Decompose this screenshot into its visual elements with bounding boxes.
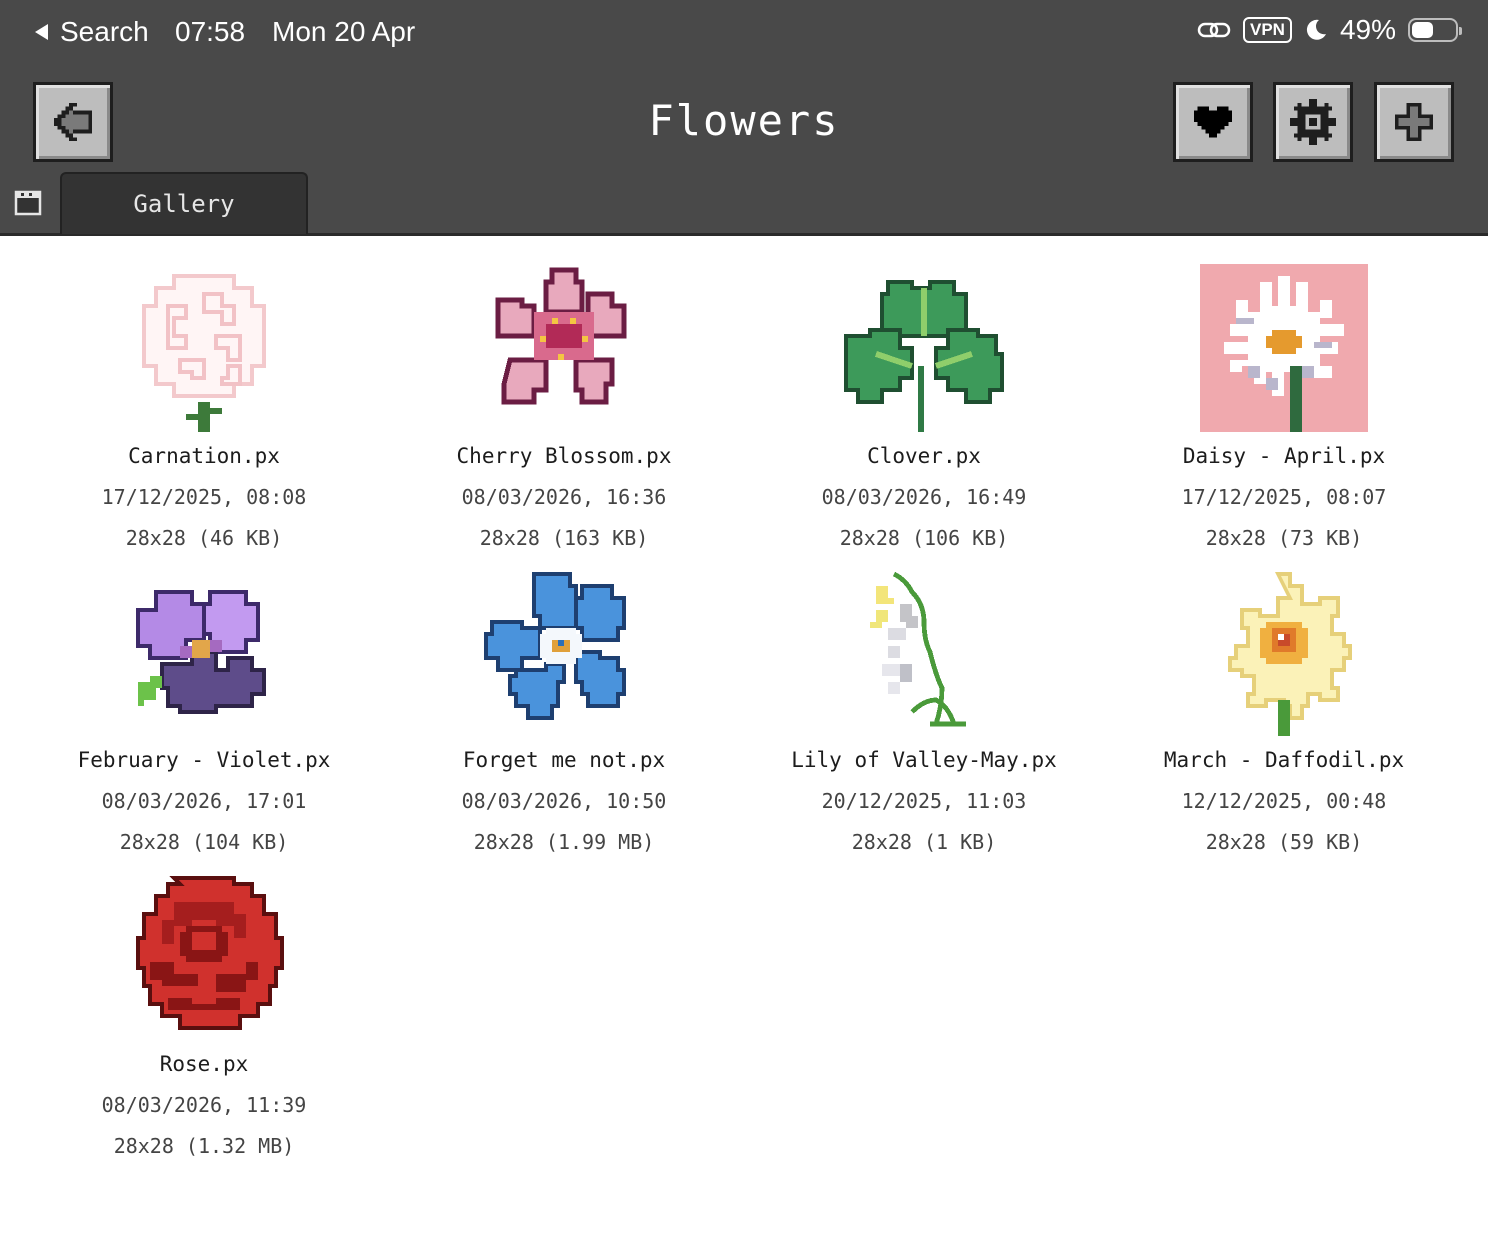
item-size: 28x28 (1.32 MB) [113, 1134, 295, 1158]
back-arrow-icon [53, 102, 93, 142]
item-size: 28x28 (46 KB) [125, 526, 283, 550]
forget-me-not-thumbnail-icon [483, 571, 627, 721]
battery-fill [1412, 22, 1433, 38]
daffodil-thumbnail-icon [1228, 572, 1352, 736]
item-name: Forget me not.px [462, 748, 666, 772]
item-size: 28x28 (104 KB) [119, 830, 289, 854]
item-date: 17/12/2025, 08:07 [1181, 485, 1387, 509]
tab-gallery[interactable]: Gallery [60, 172, 308, 234]
clover-thumbnail-icon [843, 279, 1005, 432]
item-size: 28x28 (1.99 MB) [473, 830, 655, 854]
top-toolbar: Search 07:58 Mon 20 Apr VPN 49% Flowers [0, 0, 1488, 236]
item-size: 28x28 (163 KB) [479, 526, 649, 550]
status-indicators: VPN 49% [1197, 14, 1462, 46]
status-date: Mon 20 Apr [272, 16, 416, 47]
item-date: 17/12/2025, 08:08 [101, 485, 307, 509]
gallery-item-rose[interactable]: Rose.px 08/03/2026, 11:39 28x28 (1.32 MB… [24, 872, 384, 1158]
item-name: February - Violet.px [77, 748, 331, 772]
item-date: 08/03/2026, 10:50 [461, 789, 667, 813]
cherry-blossom-thumbnail-icon [495, 267, 627, 405]
moon-icon [1306, 19, 1326, 40]
gallery-item-daisy[interactable]: Daisy - April.px 17/12/2025, 08:07 28x28… [1104, 264, 1464, 550]
item-name: Daisy - April.px [1182, 444, 1386, 468]
carnation-thumbnail-icon [142, 274, 266, 432]
status-back-link[interactable]: Search [32, 16, 149, 48]
item-name: March - Daffodil.px [1163, 748, 1405, 772]
back-triangle-icon [35, 24, 48, 40]
battery-percent: 49% [1339, 14, 1396, 45]
item-date: 08/03/2026, 17:01 [101, 789, 307, 813]
lily-of-valley-thumbnail-icon [870, 571, 966, 727]
gallery-item-forget-me-not[interactable]: Forget me not.px 08/03/2026, 10:50 28x28… [384, 568, 744, 854]
gallery-item-clover[interactable]: Clover.px 08/03/2026, 16:49 28x28 (106 K… [744, 264, 1104, 550]
item-name: Clover.px [867, 444, 981, 468]
back-button[interactable] [33, 82, 113, 162]
link-icon [1197, 22, 1231, 38]
plus-icon [1394, 102, 1434, 142]
vpn-badge: VPN [1242, 17, 1292, 43]
status-bar: Search 07:58 Mon 20 Apr VPN 49% [0, 0, 1488, 64]
item-size: 28x28 (59 KB) [1205, 830, 1363, 854]
daisy-thumbnail-icon [1200, 264, 1368, 432]
window-icon[interactable] [14, 189, 42, 217]
add-button[interactable] [1374, 82, 1454, 162]
gallery-item-carnation[interactable]: Carnation.px 17/12/2025, 08:08 28x28 (46… [24, 264, 384, 550]
settings-button[interactable] [1273, 82, 1353, 162]
item-name: Carnation.px [128, 444, 280, 468]
item-name: Lily of Valley-May.px [791, 748, 1057, 772]
item-date: 20/12/2025, 11:03 [821, 789, 1027, 813]
heart-icon [1193, 106, 1233, 138]
item-date: 12/12/2025, 00:48 [1181, 789, 1387, 813]
item-name: Cherry Blossom.px [456, 444, 672, 468]
gallery-item-lily-of-valley[interactable]: Lily of Valley-May.px 20/12/2025, 11:03 … [744, 568, 1104, 854]
item-date: 08/03/2026, 11:39 [101, 1093, 307, 1117]
item-size: 28x28 (1 KB) [851, 830, 997, 854]
status-time: 07:58 [175, 16, 246, 47]
gallery-item-violet[interactable]: February - Violet.px 08/03/2026, 17:01 2… [24, 568, 384, 854]
status-back-label: Search [60, 16, 149, 47]
gear-icon [1290, 99, 1336, 145]
item-size: 28x28 (73 KB) [1205, 526, 1363, 550]
item-size: 28x28 (106 KB) [839, 526, 1009, 550]
page-title: Flowers [648, 96, 840, 145]
item-date: 08/03/2026, 16:49 [821, 485, 1027, 509]
battery-icon [1408, 18, 1462, 42]
item-name: Rose.px [159, 1052, 249, 1076]
favorite-button[interactable] [1173, 82, 1253, 162]
gallery-item-daffodil[interactable]: March - Daffodil.px 12/12/2025, 00:48 28… [1104, 568, 1464, 854]
rose-thumbnail-icon [135, 875, 285, 1031]
item-date: 08/03/2026, 16:36 [461, 485, 667, 509]
gallery-item-cherry-blossom[interactable]: Cherry Blossom.px 08/03/2026, 16:36 28x2… [384, 264, 744, 550]
violet-thumbnail-icon [135, 589, 267, 715]
